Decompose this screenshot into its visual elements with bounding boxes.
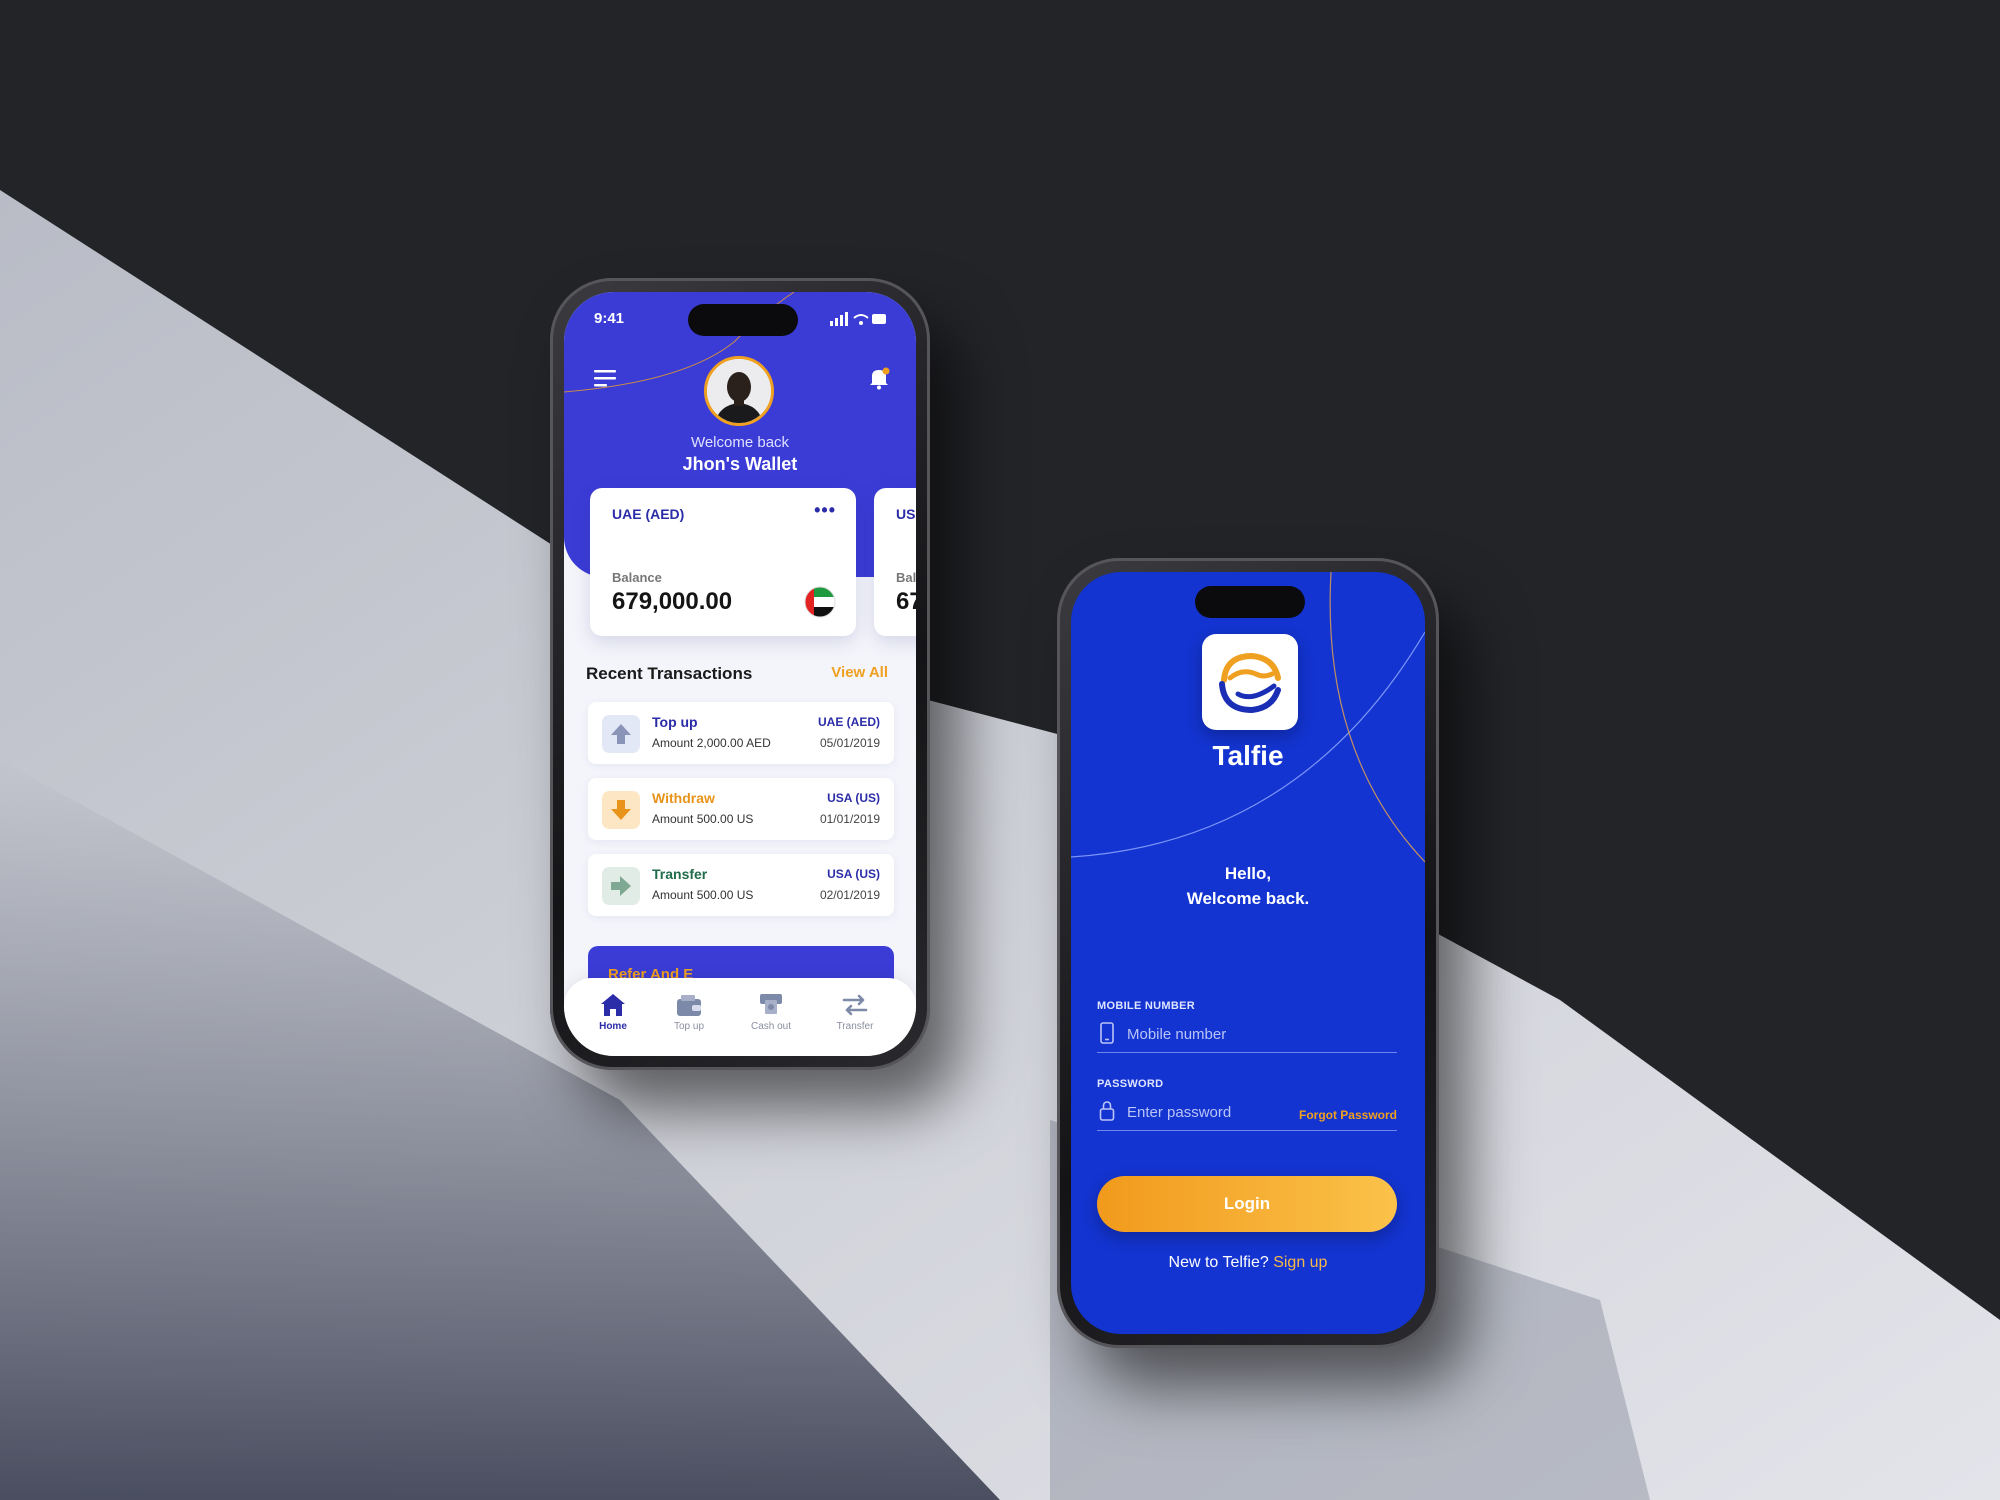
transaction-row[interactable]: Transfer Amount 500.00 US USA (US) 02/01… (588, 854, 894, 916)
transaction-currency: USA (US) (827, 791, 880, 805)
transaction-type: Top up (652, 714, 698, 730)
card-balance-label: Bal (896, 570, 916, 585)
tab-cash-out[interactable]: Cash out (736, 992, 806, 1032)
welcome-text: Welcome back (690, 434, 790, 451)
dynamic-island (1195, 586, 1305, 618)
wallet-name: Jhon's Wallet (682, 454, 798, 474)
avatar-person-icon (707, 359, 771, 423)
mobile-number-field (1097, 1016, 1397, 1053)
talfie-logo-icon (1219, 652, 1281, 714)
wallet-screen: 9:41 Welcome back Jhon's Wallet UAE (AED… (564, 292, 916, 1056)
recent-transactions-title: Recent Transactions (586, 664, 753, 683)
menu-icon[interactable] (594, 368, 616, 388)
notification-bell-icon[interactable] (868, 366, 890, 390)
signup-row: New to Telfie? Sign up (1071, 1254, 1425, 1272)
avatar[interactable] (704, 356, 774, 426)
home-icon (601, 994, 625, 1016)
password-field: Forgot Password (1097, 1094, 1397, 1131)
balance-card-aed[interactable]: UAE (AED) ••• Balance 679,000.00 (590, 488, 856, 636)
tab-top-up[interactable]: Top up (654, 992, 724, 1032)
view-all-link[interactable]: View All (831, 664, 888, 681)
transfer-icon (842, 994, 868, 1016)
card-currency: USA (896, 506, 916, 522)
background-surface (0, 0, 2000, 1500)
password-label: PASSWORD (1097, 1078, 1164, 1090)
tab-label: Transfer (836, 1021, 874, 1032)
login-phone: Talfie Hello, Welcome back. MOBILE NUMBE… (1057, 558, 1439, 1348)
brand-name: Talfie (1212, 740, 1284, 771)
arrow-right-icon (602, 867, 640, 905)
transaction-row[interactable]: Withdraw Amount 500.00 US USA (US) 01/01… (588, 778, 894, 840)
signup-link[interactable]: Sign up (1273, 1254, 1327, 1271)
arrow-down-icon (602, 791, 640, 829)
app-logo (1202, 634, 1298, 730)
tab-label: Home (599, 1021, 627, 1032)
mobile-number-label: MOBILE NUMBER (1097, 1000, 1196, 1012)
tab-transfer[interactable]: Transfer (820, 992, 890, 1032)
mobile-number-input[interactable] (1125, 1020, 1309, 1048)
card-more-icon[interactable]: ••• (814, 500, 836, 521)
dynamic-island (688, 304, 798, 336)
bottom-tab-bar: Home Top up Cash out Transfer (564, 978, 916, 1056)
transaction-amount: Amount 2,000.00 AED (652, 736, 771, 750)
arrow-up-icon (602, 715, 640, 753)
transaction-date: 01/01/2019 (819, 812, 880, 826)
tab-home[interactable]: Home (578, 992, 648, 1032)
uae-flag-icon (804, 586, 836, 618)
tab-label: Top up (673, 1021, 705, 1032)
forgot-password-link[interactable]: Forgot Password (1299, 1108, 1397, 1122)
card-balance-label: Balance (612, 570, 662, 585)
phone-icon (1100, 1022, 1114, 1044)
greeting-line-2: Welcome back. (1186, 889, 1310, 908)
greeting-line-1: Hello, (1224, 864, 1272, 883)
transaction-currency: UAE (AED) (818, 715, 880, 729)
card-balance-value: 679,000.00 (612, 588, 733, 615)
balance-card-usa[interactable]: USA Bal 67 (874, 488, 916, 636)
transaction-amount: Amount 500.00 US (652, 812, 754, 826)
login-screen: Talfie Hello, Welcome back. MOBILE NUMBE… (1071, 572, 1425, 1334)
transaction-amount: Amount 500.00 US (652, 888, 754, 902)
status-icons (830, 312, 886, 326)
status-time: 9:41 (594, 310, 625, 327)
transaction-type: Transfer (652, 866, 708, 882)
transaction-currency: USA (US) (827, 867, 880, 881)
transaction-date: 05/01/2019 (819, 736, 880, 750)
wallet-icon (677, 995, 701, 1016)
transaction-row[interactable]: Top up Amount 2,000.00 AED UAE (AED) 05/… (588, 702, 894, 764)
tab-label: Cash out (750, 1021, 792, 1032)
password-input[interactable] (1125, 1098, 1309, 1126)
cash-out-icon (760, 994, 782, 1014)
card-balance-value: 67 (896, 588, 916, 615)
lock-icon (1099, 1101, 1115, 1121)
card-currency: UAE (AED) (612, 506, 685, 522)
wallet-phone: 9:41 Welcome back Jhon's Wallet UAE (AED… (550, 278, 930, 1070)
transaction-date: 02/01/2019 (819, 888, 880, 902)
login-button[interactable]: Login (1097, 1176, 1397, 1232)
transaction-type: Withdraw (652, 790, 715, 806)
new-user-text: New to Telfie? (1168, 1254, 1269, 1271)
